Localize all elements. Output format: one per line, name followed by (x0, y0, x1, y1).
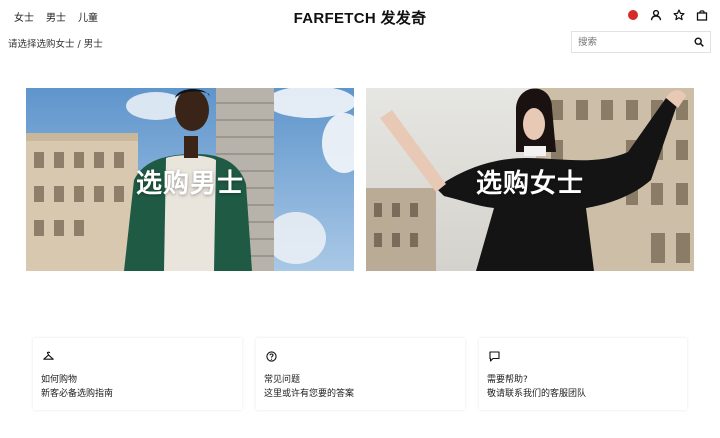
top-bar: 女士 男士 儿童 FARFETCH 发发奇 (0, 0, 720, 30)
bag-icon (696, 10, 708, 21)
breadcrumb: 请选择选购女士 / 男士 (8, 39, 103, 50)
hanger-icon (43, 351, 54, 360)
help-card-faq[interactable]: 常见问题 这里或许有您要的答案 (256, 338, 465, 410)
help-card-subtitle: 新客必备选购指南 (41, 389, 114, 399)
help-card-how-to-shop[interactable]: 如何购物 新客必备选购指南 (33, 338, 242, 410)
region-selector[interactable] (627, 9, 639, 21)
user-icon (650, 9, 662, 21)
men-banner-title: 选购男士 (135, 169, 244, 199)
region-dot-icon (628, 10, 638, 20)
bag-button[interactable] (696, 9, 708, 21)
search-input[interactable] (572, 32, 696, 52)
search-icon[interactable] (694, 37, 704, 47)
help-card-subtitle: 敬请联系我们的客服团队 (487, 389, 587, 399)
shop-men-banner[interactable]: 选购男士 (26, 88, 354, 271)
header-icons (627, 9, 708, 21)
help-card-contact[interactable]: 需要帮助? 敬请联系我们的客服团队 (479, 338, 687, 410)
site-logo[interactable]: FARFETCH 发发奇 (0, 7, 720, 28)
help-card-subtitle: 这里或许有您要的答案 (264, 389, 355, 399)
shop-women-banner[interactable]: 选购女士 (366, 88, 694, 271)
help-card-title: 常见问题 (264, 375, 301, 385)
question-icon (266, 351, 277, 362)
star-icon (673, 9, 685, 21)
wishlist-button[interactable] (673, 9, 685, 21)
chat-icon (489, 351, 500, 362)
help-card-title: 如何购物 (41, 375, 78, 385)
account-button[interactable] (650, 9, 662, 21)
search-box (571, 31, 711, 53)
help-card-title: 需要帮助? (487, 375, 528, 385)
women-banner-title: 选购女士 (475, 169, 584, 199)
